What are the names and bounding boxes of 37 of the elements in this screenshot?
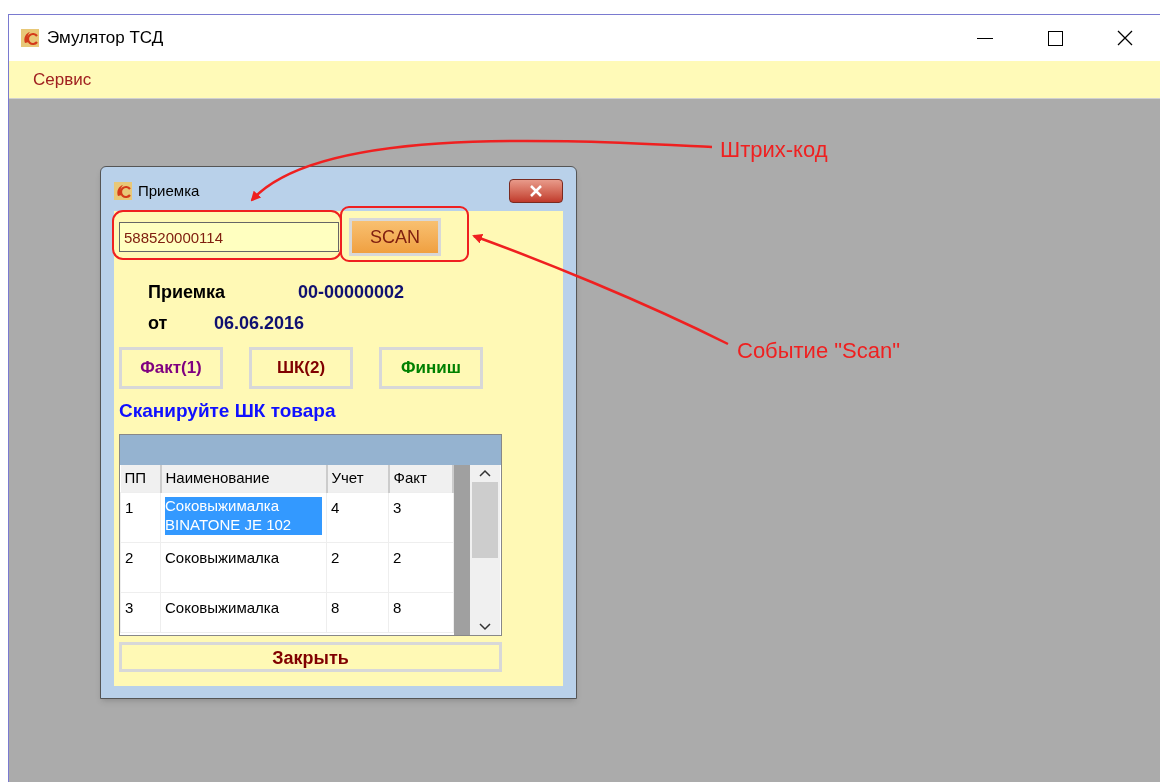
column-header[interactable]: Учет	[326, 464, 389, 493]
table-cell: 4	[331, 499, 340, 518]
instruction-text: Сканируйте ШК товара	[119, 399, 337, 423]
scroll-up-icon[interactable]	[479, 468, 491, 477]
table-cell: 8	[331, 599, 340, 618]
table-cell: 3	[393, 499, 402, 518]
scan-button[interactable]: SCAN	[349, 218, 441, 256]
table-cell: Соковыжималка	[165, 549, 280, 568]
table-cell: 2	[125, 549, 134, 568]
table-cell: Соковыжималка	[165, 599, 280, 618]
menu-item[interactable]: Сервис	[33, 66, 92, 93]
app-logo-icon	[21, 29, 39, 47]
barcode-field[interactable]: 588520000114	[119, 222, 339, 252]
table-cell: 8	[393, 599, 402, 618]
scroll-down-icon[interactable]	[479, 622, 491, 631]
table-cell: 2	[393, 549, 402, 568]
table-cell: 1	[125, 499, 134, 518]
date-label: от	[148, 312, 169, 335]
window-title: Эмулятор ТСД	[47, 27, 164, 50]
dialog-title: Приемка	[138, 180, 200, 201]
annotation-label: Штрих-код	[720, 136, 828, 164]
close-button[interactable]: Закрыть	[119, 641, 502, 672]
action-button[interactable]: Факт(1)	[119, 347, 223, 389]
close-icon[interactable]	[509, 179, 563, 203]
annotation-label: Событие "Scan"	[737, 337, 900, 365]
table-cell: Соковыжималка BINATONE JE 102	[165, 497, 322, 535]
action-button[interactable]: Финиш	[379, 347, 483, 389]
document-number: 00-00000002	[298, 281, 405, 304]
action-button[interactable]: ШК(2)	[249, 347, 353, 389]
app-logo-icon	[114, 182, 132, 200]
column-header[interactable]: ПП	[120, 464, 161, 493]
document-date: 06.06.2016	[214, 312, 305, 335]
table-cell: 3	[125, 599, 134, 618]
column-header[interactable]: Наименование	[160, 464, 327, 493]
document-label: Приемка	[148, 281, 227, 304]
table-cell: 2	[331, 549, 340, 568]
vertical-scrollbar[interactable]	[470, 464, 500, 635]
